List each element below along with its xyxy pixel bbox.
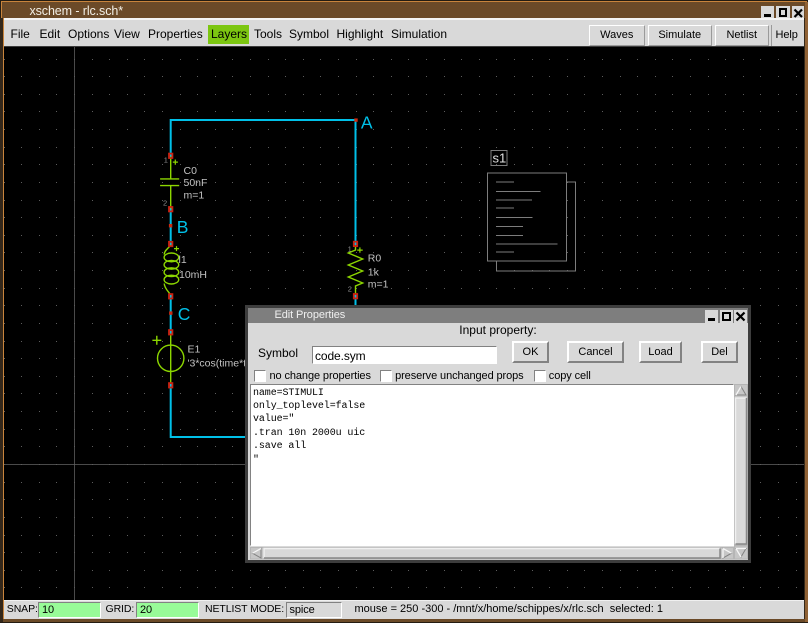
svg-text:A: A bbox=[361, 113, 373, 133]
svg-text:1: 1 bbox=[348, 245, 352, 254]
svg-text:R0: R0 bbox=[368, 253, 382, 265]
svg-text:1: 1 bbox=[164, 156, 168, 165]
svg-text:C0: C0 bbox=[184, 165, 198, 177]
svg-text:E1: E1 bbox=[188, 343, 201, 355]
svg-text:m=1: m=1 bbox=[368, 278, 389, 290]
svg-text:C: C bbox=[178, 304, 191, 324]
svg-text:B: B bbox=[177, 217, 189, 237]
svg-text:2: 2 bbox=[348, 284, 352, 293]
svg-text:s1: s1 bbox=[493, 151, 507, 166]
svg-text:50nF: 50nF bbox=[184, 177, 208, 189]
svg-text:m=1: m=1 bbox=[184, 189, 205, 201]
svg-text:l1: l1 bbox=[179, 254, 187, 266]
svg-text:10mH: 10mH bbox=[179, 269, 207, 281]
svg-text:1k: 1k bbox=[368, 267, 380, 279]
svg-text:2: 2 bbox=[163, 198, 167, 207]
